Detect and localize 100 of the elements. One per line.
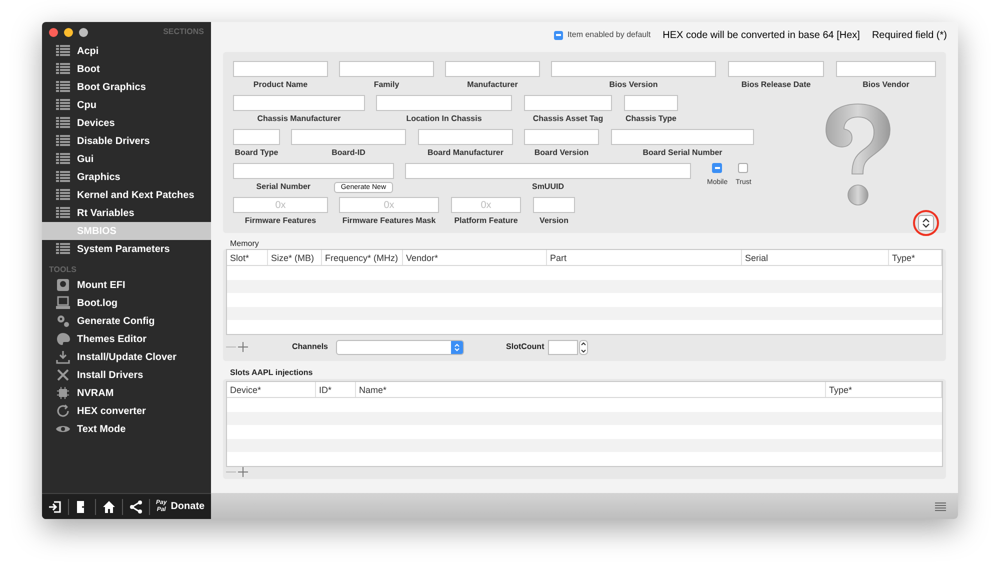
text-field[interactable] [291,129,406,145]
list-icon [56,135,70,147]
home-icon[interactable] [102,500,116,514]
text-field[interactable] [418,129,513,145]
field-label: Channels [292,341,328,353]
field-label: Chassis Manufacturer [257,113,341,125]
checkbox-icon [554,30,564,40]
sidebar-item[interactable]: Disable Drivers [42,132,211,150]
column-header[interactable]: Device* [230,385,262,395]
sidebar-item[interactable]: Rt Variables [42,204,211,222]
slot-count-field[interactable] [548,340,578,354]
sidebar-item[interactable]: Install/Update Clover [42,348,211,366]
table-row[interactable] [227,306,942,320]
checkbox[interactable] [738,163,748,173]
close-button[interactable] [49,28,58,36]
add-icon[interactable] [238,467,248,477]
section-heading: TOOLS [49,264,76,276]
tools-icon [56,368,70,382]
zoom-button[interactable] [79,28,88,36]
column-header[interactable]: Type* [892,253,916,263]
field-label: SmUUID [532,181,564,193]
channels-dropdown[interactable] [336,340,464,354]
section-heading: SECTIONS [163,26,204,38]
sidebar-item[interactable]: Gui [42,150,211,168]
section-title: Memory [230,239,260,249]
field-label: Version [540,215,568,227]
stepper-icon[interactable] [579,340,588,354]
sidebar-item[interactable]: Cpu [42,96,211,114]
sign-in-icon[interactable] [48,500,62,514]
text-field[interactable]: 0x [233,197,328,213]
field-label: Location In Chassis [406,113,482,125]
column-header[interactable]: Serial [745,253,768,263]
chip-icon [56,386,70,400]
section-title: Slots AAPL injections [230,367,314,379]
sidebar-item[interactable]: System Parameters [42,240,211,258]
field-label: Board-ID [332,147,366,159]
text-field[interactable] [836,61,936,77]
sidebar-item[interactable]: Acpi [42,42,211,60]
field-label: Board Manufacturer [427,147,504,159]
sidebar-item[interactable]: Boot.log [42,294,211,312]
share-icon[interactable] [129,500,143,514]
legend-text: Item enabled by default [567,29,651,41]
sidebar-item[interactable]: HEX converter [42,402,211,420]
sidebar-item[interactable]: Text Mode [42,420,211,438]
column-header[interactable]: Type* [829,385,852,395]
text-field[interactable] [728,61,824,77]
column-header[interactable]: Name* [359,385,387,395]
sidebar-item[interactable]: NVRAM [42,384,211,402]
up-down-arrows-icon [922,218,930,228]
sidebar-item[interactable]: Generate Config [42,312,211,330]
stepper-button[interactable] [918,215,934,231]
download-icon [56,350,70,364]
table-row[interactable] [227,438,942,452]
sidebar-item[interactable]: Themes Editor [42,330,211,348]
column-header[interactable]: ID* [319,385,332,395]
text-field[interactable] [611,129,754,145]
field-label: Product Name [253,79,308,91]
field-label: Firmware Features Mask [342,215,436,227]
text-field[interactable] [533,197,575,213]
field-label: Board Type [234,147,278,159]
list-icon [56,81,70,93]
column-header[interactable]: Size* (MB) [271,253,314,263]
text-field[interactable] [445,61,540,77]
sidebar-item[interactable]: Kernel and Kext Patches [42,186,211,204]
column-header[interactable]: Part [550,253,567,263]
add-icon[interactable] [238,342,248,352]
up-down-arrows-icon [454,342,460,352]
list-icon [56,189,70,201]
sidebar-item[interactable]: Boot [42,60,211,78]
text-field[interactable]: 0x [451,197,521,213]
text-field[interactable] [551,61,716,77]
minimize-button[interactable] [64,28,73,36]
column-header[interactable]: Slot* [230,253,250,263]
text-field[interactable] [233,95,365,111]
sidebar-item[interactable]: Devices [42,114,211,132]
sidebar-item[interactable]: Mount EFI [42,276,211,294]
checkbox[interactable] [712,163,722,173]
table-row[interactable] [227,412,942,426]
text-field[interactable] [233,129,280,145]
list-icon [56,117,70,129]
field-label: Bios Vendor [862,79,910,91]
list-icon [56,153,70,165]
column-header[interactable]: Vendor* [406,253,438,263]
sidebar-item[interactable]: Install Drivers [42,366,211,384]
text-field[interactable] [233,61,328,77]
text-field[interactable]: 0x [339,197,439,213]
menu-icon[interactable] [935,502,946,510]
text-field[interactable] [405,163,691,179]
column-header[interactable]: Frequency* (MHz) [325,253,398,263]
text-field[interactable] [339,61,434,77]
text-field[interactable] [524,95,612,111]
text-field[interactable] [624,95,678,111]
sidebar-item[interactable]: Graphics [42,168,211,186]
text-field[interactable] [376,95,512,111]
text-field[interactable] [524,129,599,145]
field-label: Firmware Features [244,215,316,227]
list-icon [56,243,70,255]
sidebar-item[interactable]: Boot Graphics [42,78,211,96]
text-field[interactable] [233,163,394,179]
table-row[interactable] [227,280,942,294]
